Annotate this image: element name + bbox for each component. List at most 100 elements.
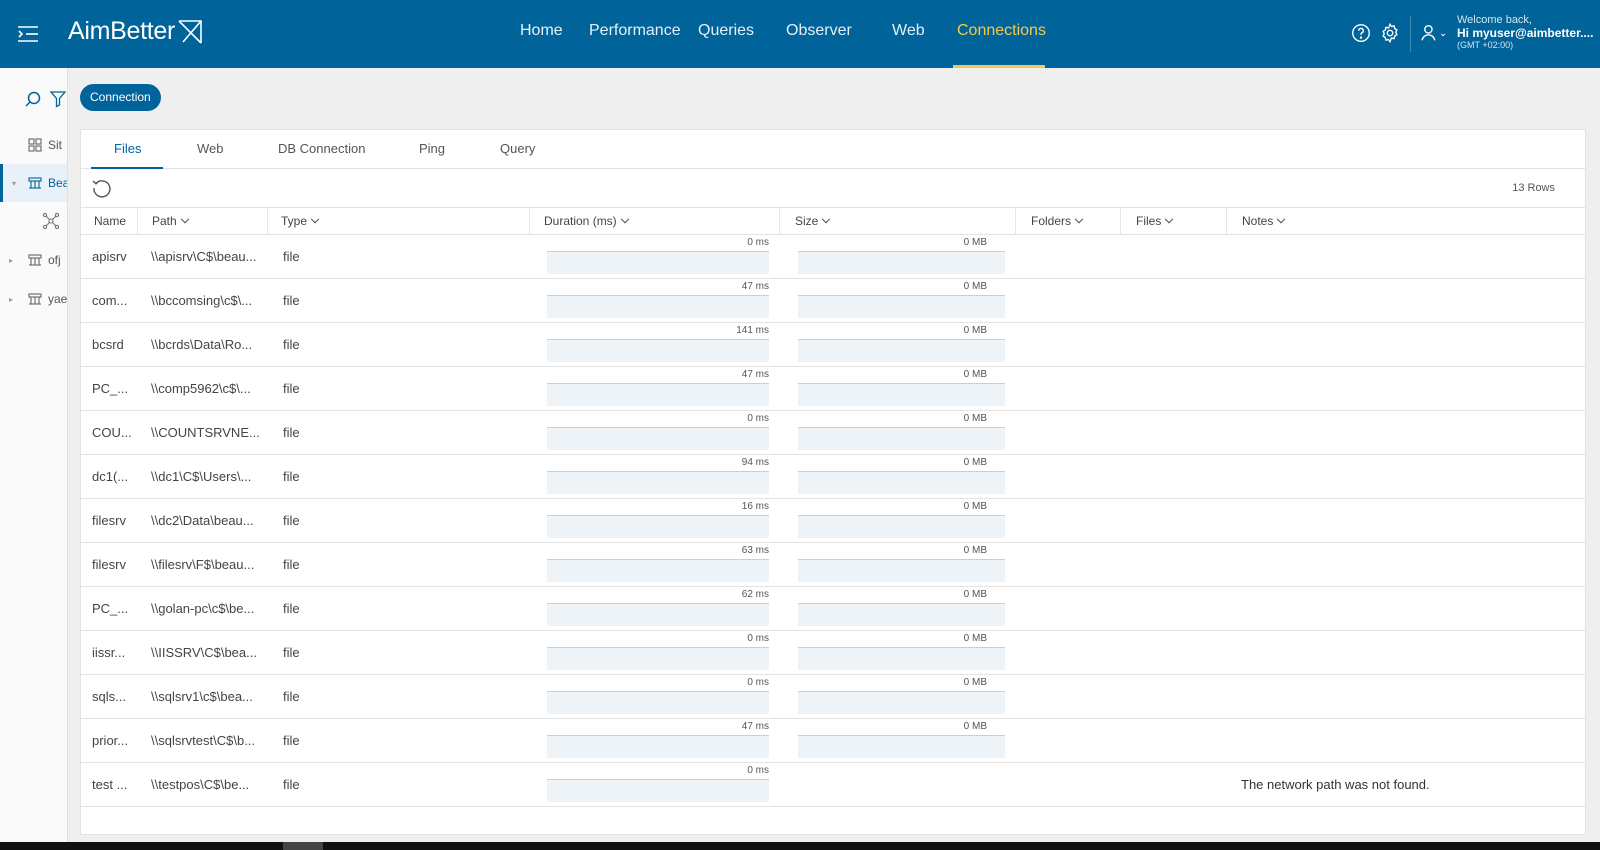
- expand-caret-icon[interactable]: ▸: [9, 295, 13, 304]
- table-row[interactable]: COU... \\COUNTSRVNE... file 0 ms 0 MB: [81, 411, 1585, 455]
- size-value: 0 MB: [963, 281, 987, 292]
- sidebar-item-ofj[interactable]: ▸ ofj: [0, 241, 67, 279]
- column-header-size[interactable]: Size: [780, 208, 1016, 235]
- sidebar-item-label: ofj: [48, 253, 61, 267]
- table-row[interactable]: sqls... \\sqlsrv1\c$\bea... file 0 ms 0 …: [81, 675, 1585, 719]
- table-row[interactable]: iissr... \\IISSRV\C$\bea... file 0 ms 0 …: [81, 631, 1585, 675]
- bar-track: [798, 516, 1005, 538]
- tab-web[interactable]: Web: [197, 141, 224, 156]
- size-value: 0 MB: [963, 589, 987, 600]
- connection-chip[interactable]: Connection: [80, 84, 161, 111]
- nav-observer[interactable]: Observer: [786, 22, 852, 40]
- server-icon: [28, 177, 42, 189]
- gear-icon[interactable]: [1379, 22, 1401, 44]
- bar-track: [798, 384, 1005, 406]
- cell-path: \\IISSRV\C$\bea...: [151, 645, 257, 660]
- duration-bar: 47 ms: [547, 721, 769, 759]
- user-icon[interactable]: [1418, 22, 1448, 44]
- column-header-duration[interactable]: Duration (ms): [530, 208, 780, 235]
- left-sidebar: Sit ▾ Bea ▸ ofj ▸ yae: [0, 68, 68, 842]
- bar-track: [547, 648, 769, 670]
- cell-name: PC_...: [92, 601, 129, 616]
- cell-path: \\comp5962\c$\...: [151, 381, 251, 396]
- cell-type: file: [283, 425, 300, 440]
- column-header-label: Folders: [1031, 214, 1072, 228]
- user-info[interactable]: Welcome back, Hi myuser@aimbetter.... (G…: [1457, 14, 1593, 51]
- table-row[interactable]: dc1(... \\dc1\C$\Users\... file 94 ms 0 …: [81, 455, 1585, 499]
- column-header-folders[interactable]: Folders: [1016, 208, 1121, 235]
- duration-value: 141 ms: [736, 325, 769, 336]
- menu-icon[interactable]: [16, 22, 40, 46]
- size-bar: 0 MB: [798, 369, 1005, 407]
- tab-query[interactable]: Query: [500, 141, 535, 156]
- cell-name: test ...: [92, 777, 128, 792]
- size-bar: 0 MB: [798, 677, 1005, 715]
- table-row[interactable]: apisrv \\apisrv\C$\beau... file 0 ms 0 M…: [81, 235, 1585, 279]
- expand-caret-icon[interactable]: ▾: [12, 179, 16, 188]
- duration-bar: 47 ms: [547, 369, 769, 407]
- sidebar-item-sit[interactable]: Sit: [0, 126, 67, 164]
- cell-path: \\filesrv\F$\beau...: [151, 557, 255, 572]
- duration-bar: 94 ms: [547, 457, 769, 495]
- sidebar-item-network[interactable]: [0, 202, 67, 240]
- column-header-type[interactable]: Type: [268, 208, 530, 235]
- cell-path: \\bcrds\Data\Ro...: [151, 337, 253, 352]
- table-row[interactable]: test ... \\testpos\C$\be... file 0 ms Th…: [81, 763, 1585, 807]
- cell-path: \\bccomsing\c$\...: [151, 293, 253, 308]
- bar-track: [547, 604, 769, 626]
- cell-type: file: [283, 249, 300, 264]
- grid-icon: [28, 138, 42, 152]
- bar-track: [798, 692, 1005, 714]
- duration-value: 63 ms: [741, 545, 769, 556]
- nav-connections[interactable]: Connections: [957, 22, 1046, 40]
- search-icon[interactable]: [24, 90, 42, 108]
- logo[interactable]: AimBetter: [68, 17, 203, 46]
- nav-performance[interactable]: Performance: [589, 22, 681, 40]
- table-row[interactable]: com... \\bccomsing\c$\... file 47 ms 0 M…: [81, 279, 1585, 323]
- column-header-notes[interactable]: Notes: [1227, 208, 1585, 235]
- cell-path: \\testpos\C$\be...: [151, 777, 250, 792]
- table-row[interactable]: bcsrd \\bcrds\Data\Ro... file 141 ms 0 M…: [81, 323, 1585, 367]
- timezone-text: (GMT +02:00): [1457, 40, 1514, 51]
- refresh-icon[interactable]: [91, 177, 113, 199]
- table-row[interactable]: prior... \\sqlsrvtest\C$\b... file 47 ms…: [81, 719, 1585, 763]
- nav-web[interactable]: Web: [892, 22, 925, 40]
- filter-icon[interactable]: [50, 90, 66, 108]
- table-row[interactable]: PC_... \\comp5962\c$\... file 47 ms 0 MB: [81, 367, 1585, 411]
- help-icon[interactable]: [1350, 22, 1372, 44]
- expand-caret-icon[interactable]: ▸: [9, 256, 13, 265]
- bar-track: [798, 428, 1005, 450]
- size-value: 0 MB: [963, 721, 987, 732]
- nav-queries[interactable]: Queries: [698, 22, 754, 40]
- size-bar: 0 MB: [798, 457, 1005, 495]
- table-row[interactable]: PC_... \\golan-pc\c$\be... file 62 ms 0 …: [81, 587, 1585, 631]
- table-row[interactable]: filesrv \\filesrv\F$\beau... file 63 ms …: [81, 543, 1585, 587]
- tab-ping[interactable]: Ping: [419, 141, 445, 156]
- tab-db-connection[interactable]: DB Connection: [278, 141, 365, 156]
- column-header-label: Files: [1136, 214, 1162, 228]
- bar-track: [547, 692, 769, 714]
- bar-track: [547, 252, 769, 274]
- nav-home[interactable]: Home: [520, 22, 563, 40]
- duration-value: 16 ms: [741, 501, 769, 512]
- files-panel: Files Web DB Connection Ping Query 13 Ro…: [80, 129, 1586, 835]
- sidebar-item-yae[interactable]: ▸ yae: [0, 280, 67, 318]
- column-header-files[interactable]: Files: [1121, 208, 1227, 235]
- cell-type: file: [283, 733, 300, 748]
- tab-files[interactable]: Files: [114, 141, 141, 156]
- duration-value: 94 ms: [741, 457, 769, 468]
- column-header-name[interactable]: Name: [81, 208, 138, 235]
- column-header-path[interactable]: Path: [138, 208, 268, 235]
- cell-name: COU...: [92, 425, 132, 440]
- table-row[interactable]: filesrv \\dc2\Data\beau... file 16 ms 0 …: [81, 499, 1585, 543]
- column-header-label: Size: [795, 214, 819, 228]
- sidebar-item-bea[interactable]: ▾ Bea: [0, 164, 67, 202]
- table-toolbar: 13 Rows: [81, 169, 1585, 208]
- duration-bar: 0 ms: [547, 237, 769, 275]
- size-value: 0 MB: [963, 501, 987, 512]
- cell-name: filesrv: [92, 513, 126, 528]
- chevron-down-icon: [310, 214, 320, 224]
- cell-type: file: [283, 293, 300, 308]
- size-bar: 0 MB: [798, 589, 1005, 627]
- tab-bar: Files Web DB Connection Ping Query: [81, 130, 1585, 169]
